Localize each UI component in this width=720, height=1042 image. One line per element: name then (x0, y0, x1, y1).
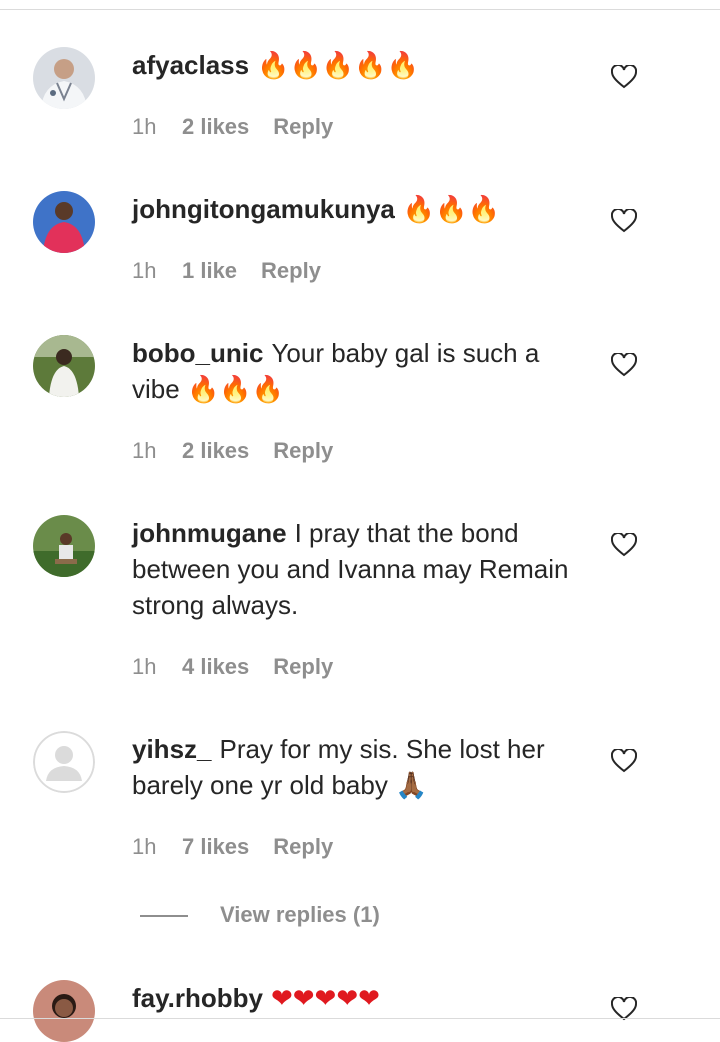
user-avatar[interactable] (33, 191, 95, 253)
comment-username[interactable]: afyaclass (132, 50, 249, 80)
reply-button[interactable]: Reply (273, 112, 333, 142)
user-avatar[interactable] (33, 980, 95, 1042)
comment-meta: 1h 4 likes Reply (132, 652, 333, 682)
comment-likes[interactable]: 1 like (182, 256, 237, 286)
comment-username[interactable]: johngitongamukunya (132, 194, 395, 224)
user-avatar[interactable] (33, 47, 95, 109)
fire-emoji: 🔥🔥🔥 (186, 375, 285, 405)
comment-likes[interactable]: 4 likes (182, 652, 249, 682)
comment-likes[interactable]: 2 likes (182, 112, 249, 142)
comment-likes[interactable]: 2 likes (182, 436, 249, 466)
fire-emoji: 🔥🔥🔥🔥🔥 (257, 51, 419, 81)
heart-icon[interactable] (610, 747, 638, 773)
comment-meta: 1h 7 likes Reply (132, 832, 333, 862)
comment-time: 1h (132, 654, 157, 679)
comment-time: 1h (132, 258, 157, 283)
comment-username[interactable]: yihsz_ (132, 734, 212, 764)
view-replies-label[interactable]: View replies (1) (220, 900, 380, 930)
comment-username[interactable]: bobo_unic (132, 338, 263, 368)
comment-text: yihsz_ Pray for my sis. She lost her bare… (132, 731, 582, 804)
comment-username[interactable]: johnmugane (132, 518, 287, 548)
comment-likes[interactable]: 7 likes (182, 832, 249, 862)
bottom-divider (0, 1018, 720, 1019)
heart-icon[interactable] (610, 531, 638, 557)
comment-text: fay.rhobby ❤❤❤❤❤ (132, 980, 582, 1017)
praying-hands-emoji: 🙏🏾 (395, 771, 428, 801)
view-replies-line (140, 915, 188, 917)
reply-button[interactable]: Reply (273, 652, 333, 682)
comment-time: 1h (132, 438, 157, 463)
user-avatar[interactable] (33, 515, 95, 577)
comment-username[interactable]: fay.rhobby (132, 983, 263, 1013)
user-avatar[interactable] (33, 731, 95, 793)
heart-icon[interactable] (610, 63, 638, 89)
view-replies-button[interactable]: View replies (1) (140, 900, 540, 930)
top-divider (0, 0, 720, 10)
comment-text: johngitongamukunya 🔥🔥🔥 (132, 191, 582, 228)
heart-icon[interactable] (610, 207, 638, 233)
red-heart-emoji: ❤❤❤❤❤ (270, 984, 380, 1014)
comment-text: johnmugane I pray that the bond between y… (132, 515, 582, 623)
comment-meta: 1h 2 likes Reply (132, 112, 333, 142)
fire-emoji: 🔥🔥🔥 (402, 195, 501, 225)
comment-text: bobo_unic Your baby gal is such a vibe 🔥🔥… (132, 335, 582, 408)
reply-button[interactable]: Reply (273, 832, 333, 862)
user-avatar[interactable] (33, 335, 95, 397)
comment-meta: 1h 2 likes Reply (132, 436, 333, 466)
comment-meta: 1h 1 like Reply (132, 256, 321, 286)
comment-time: 1h (132, 114, 157, 139)
comment-text: afyaclass 🔥🔥🔥🔥🔥 (132, 47, 582, 84)
reply-button[interactable]: Reply (273, 436, 333, 466)
heart-icon[interactable] (610, 351, 638, 377)
comment-time: 1h (132, 834, 157, 859)
reply-button[interactable]: Reply (261, 256, 321, 286)
